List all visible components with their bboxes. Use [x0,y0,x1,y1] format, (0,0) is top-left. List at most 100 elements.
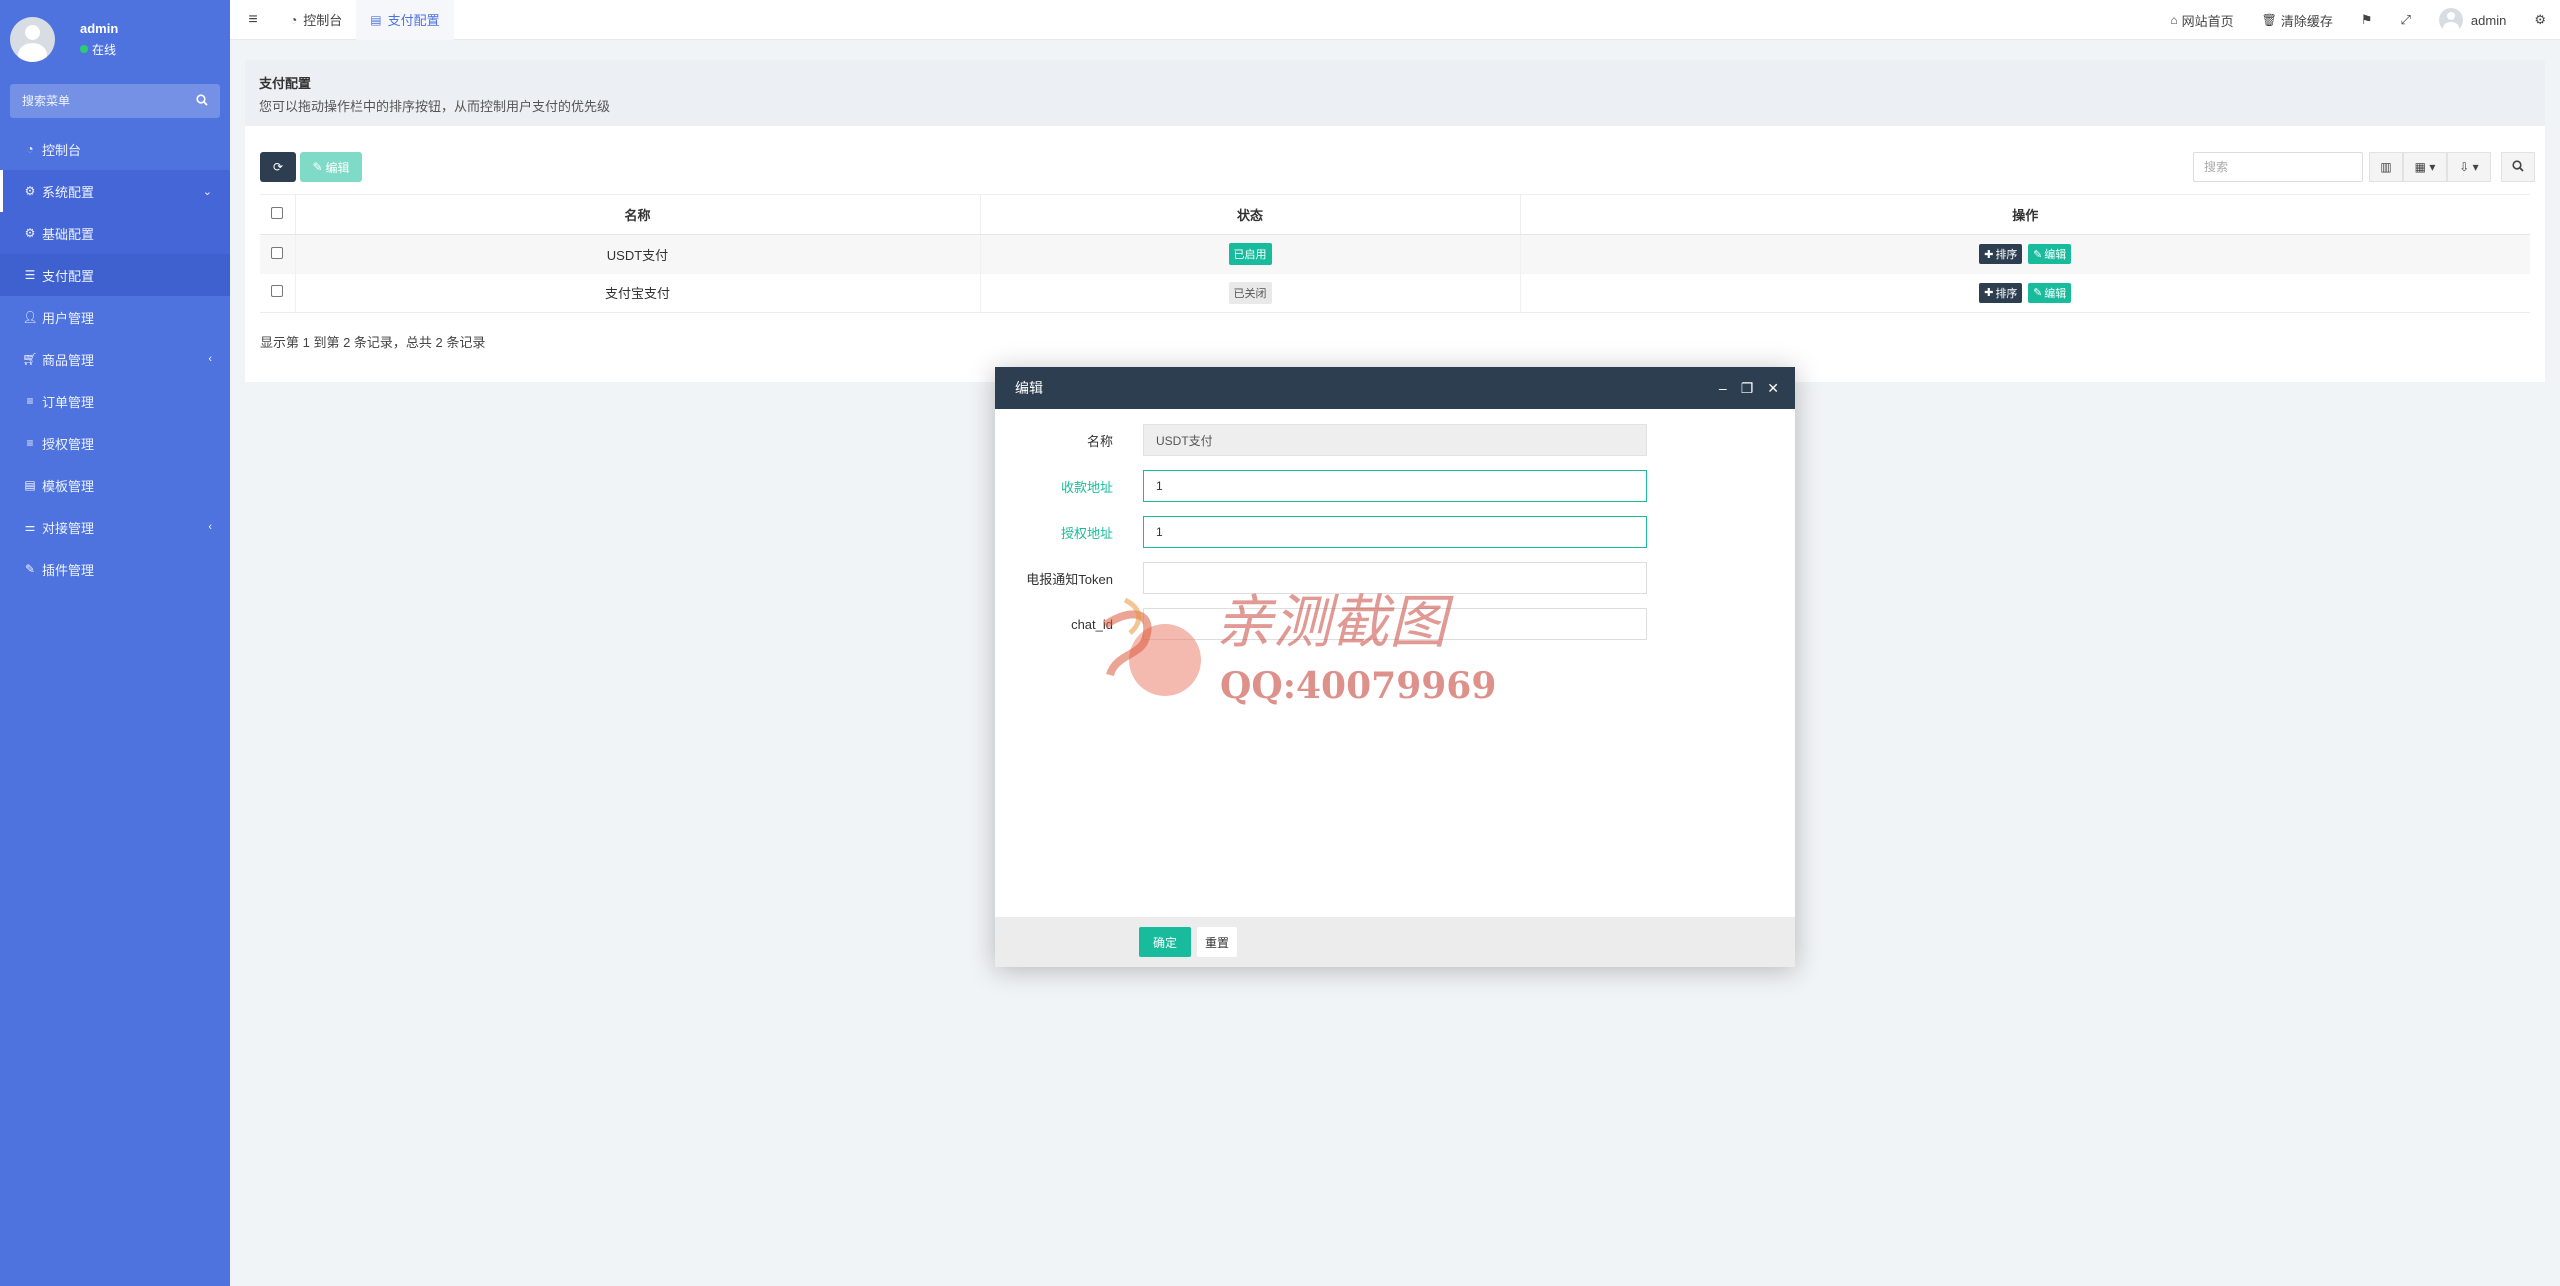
row-checkbox[interactable] [271,285,284,298]
edit-button-label: 编辑 [325,160,350,175]
refresh-button[interactable]: ⟳ [260,152,296,182]
menu-toggle-icon[interactable]: ≡ [230,11,276,29]
sidebar-item-system-config[interactable]: ⚙ 系统配置 ⌄ [0,170,230,212]
chevron-left-icon: ‹ [208,521,212,533]
field-label-receive-address: 收款地址 [1060,479,1113,495]
content-panel: ⟳ ✎ 编辑 ▥ ▦ ▾ ⇩ ▾ 名称 状态 操作 [245,126,2545,382]
row-edit-button[interactable]: ✎ 编辑 [2028,282,2072,303]
status-badge[interactable]: 已关闭 [1228,281,1272,304]
minimize-icon[interactable]: – [1719,380,1727,396]
row-name: USDT支付 [295,234,981,274]
reset-button[interactable]: 重置 [1197,927,1237,957]
sidebar-item-orders[interactable]: ≡ 订单管理 [0,380,230,422]
table-icon: ▤ [24,478,36,492]
avatar [10,16,55,62]
language-button[interactable]: ⚑ [2347,0,2387,40]
row-edit-label: 编辑 [2044,287,2067,300]
user-info: admin 在线 [80,21,118,58]
payment-table: 名称 状态 操作 USDT支付 已启用 ✚ 排序 ✎ 编辑 支付宝支付 已关闭 ✚ [260,194,2530,313]
field-label-auth-address: 授权地址 [1060,525,1113,541]
export-button[interactable]: ⇩ ▾ [2447,152,2491,182]
sidebar-item-label: 模板管理 [42,478,95,494]
sidebar-item-payment-config[interactable]: ☰ 支付配置 [0,254,230,296]
user-name: admin [80,20,119,36]
status-badge[interactable]: 已启用 [1228,243,1272,266]
user-status-text: 在线 [92,42,117,57]
dashboard-icon: ◔ [290,12,298,27]
sidebar-item-label: 支付配置 [42,268,95,284]
row-actions: ✚ 排序 ✎ 编辑 [1520,273,2530,313]
chevron-left-icon: ‹ [208,353,212,365]
sort-button[interactable]: ✚ 排序 [1979,282,2023,303]
row-checkbox[interactable] [271,246,284,259]
sidebar-search [10,84,220,118]
close-icon[interactable]: ✕ [1767,380,1779,397]
card-view-icon: ▥ [2380,160,2392,174]
edit-button[interactable]: ✎ 编辑 [300,152,362,182]
content-header: 支付配置 您可以拖动操作栏中的排序按钮，从而控制用户支付的优先级 [245,60,2545,126]
search-icon [2512,159,2524,175]
sidebar-item-plugins[interactable]: ✎ 插件管理 [0,548,230,590]
sidebar-item-users[interactable]: 👤︎ 用户管理 [0,296,230,338]
dashboard-icon: ◔ [26,142,34,156]
list-icon: ≡ [26,436,34,450]
field-label-name: 名称 [1086,433,1113,449]
plugin-icon: ✎ [24,562,36,576]
settings-button[interactable]: ⚙ [2520,0,2560,40]
sidebar-item-products[interactable]: 🛒︎ 商品管理 ‹ [0,338,230,380]
language-icon: ⚑ [2360,12,2373,27]
tab-payment-config[interactable]: ▤ 支付配置 [356,0,454,40]
toolbar: ⟳ ✎ 编辑 [260,152,362,182]
sidebar-item-basic-config[interactable]: ⚙ 基础配置 [0,212,230,254]
sidebar-item-label: 对接管理 [42,520,95,536]
field-label-telegram-token: 电报通知Token [1026,571,1113,587]
column-header-actions: 操作 [1520,194,2530,235]
row-status-cell: 已关闭 [980,273,1521,313]
telegram-token-field[interactable] [1143,562,1647,594]
search-icon[interactable] [196,93,208,109]
toggle-view-button[interactable]: ▥ [2369,152,2403,182]
sidebar-item-authorization[interactable]: ≡ 授权管理 [0,422,230,464]
sort-button-label: 排序 [1995,249,2018,262]
fullscreen-button[interactable]: ⤢ [2387,0,2425,40]
table-tools: ▥ ▦ ▾ ⇩ ▾ [2193,152,2535,182]
search-toggle-button[interactable] [2501,152,2535,182]
table-row[interactable]: 支付宝支付 已关闭 ✚ 排序 ✎ 编辑 [260,273,2530,313]
clear-cache-label: 清除缓存 [2280,13,2333,29]
sidebar-search-input[interactable] [22,94,172,108]
row-name: 支付宝支付 [295,273,981,313]
gear-icon: ⚙ [24,226,36,240]
columns-button[interactable]: ▦ ▾ [2403,152,2447,182]
name-field[interactable] [1143,424,1647,456]
column-header-name[interactable]: 名称 [295,194,981,235]
sidebar-item-integration[interactable]: ⚌ 对接管理 ‹ [0,506,230,548]
table-row[interactable]: USDT支付 已启用 ✚ 排序 ✎ 编辑 [260,234,2530,274]
confirm-button[interactable]: 确定 [1139,927,1191,957]
user-menu[interactable]: admin [2425,0,2520,40]
row-edit-button[interactable]: ✎ 编辑 [2028,244,2072,265]
receive-address-field[interactable] [1143,470,1647,502]
refresh-icon: ⟳ [272,160,284,174]
modal-footer: 确定 重置 [995,917,1795,967]
sidebar: admin 在线 ◔ 控制台 ⚙ 系统配置 ⌄ ⚙ 基础配置 ☰ 支付配置 👤︎… [0,0,230,1286]
clear-cache-button[interactable]: 🗑︎ 清除缓存 [2248,0,2347,40]
columns-icon: ▦ ▾ [2414,160,2436,174]
tab-dashboard[interactable]: ◔ 控制台 [276,0,356,40]
select-all-checkbox[interactable] [271,207,284,219]
sidebar-item-dashboard[interactable]: ◔ 控制台 [0,128,230,170]
auth-address-field[interactable] [1143,516,1647,548]
move-icon: ✚ [1984,248,1994,261]
table-search-input[interactable] [2193,152,2363,182]
home-icon: ⌂ [2170,13,2178,27]
home-link[interactable]: ⌂ 网站首页 [2156,0,2247,40]
page-description: 您可以拖动操作栏中的排序按钮，从而控制用户支付的优先级 [259,99,611,114]
maximize-icon[interactable]: ❐ [1741,380,1754,397]
home-link-label: 网站首页 [2181,13,2234,29]
column-header-status[interactable]: 状态 [980,194,1521,235]
table-icon: ☰ [24,268,36,282]
sidebar-item-templates[interactable]: ▤ 模板管理 [0,464,230,506]
chat-id-field[interactable] [1143,608,1647,640]
row-actions: ✚ 排序 ✎ 编辑 [1520,234,2530,274]
sidebar-item-label: 用户管理 [42,310,95,326]
sort-button[interactable]: ✚ 排序 [1979,244,2023,265]
